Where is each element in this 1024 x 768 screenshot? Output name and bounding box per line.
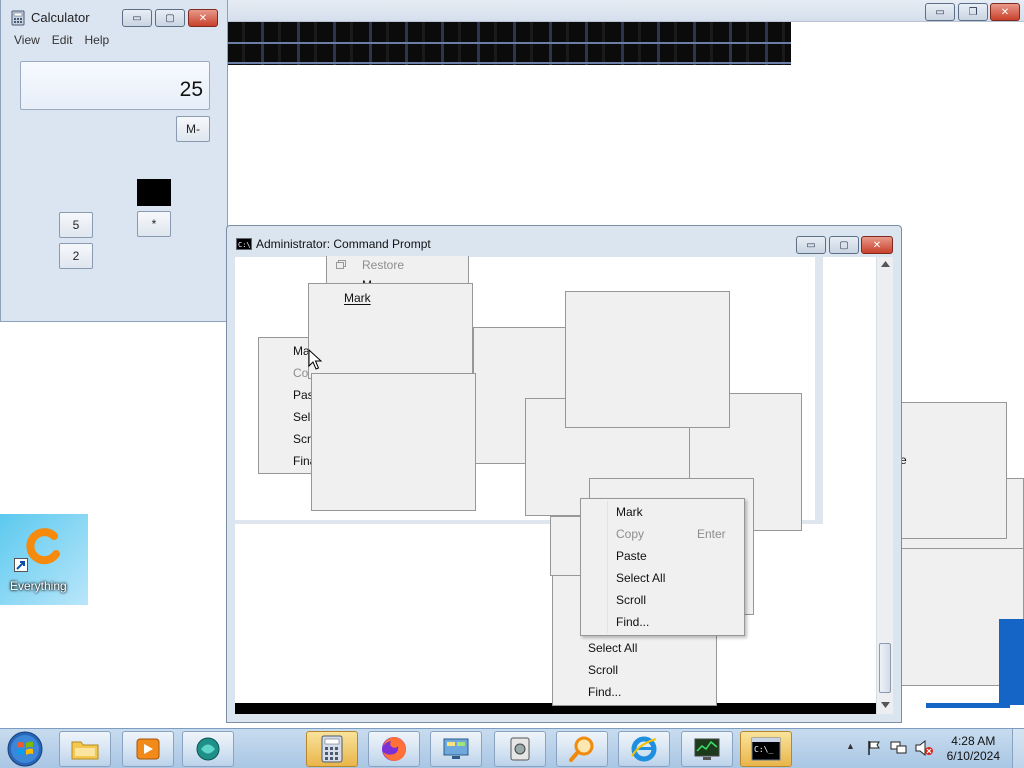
teal-app-icon — [196, 737, 220, 761]
calculator-close-button[interactable]: ✕ — [188, 9, 218, 27]
taskbar-media-player[interactable] — [122, 731, 174, 767]
edit-menu-item[interactable]: Sel — [293, 410, 310, 424]
lower-menu-scroll[interactable]: Scroll — [588, 663, 618, 677]
calculator-app-icon — [11, 10, 25, 29]
start-button[interactable] — [4, 730, 46, 768]
show-desktop-button[interactable] — [1012, 729, 1024, 768]
ghost-panel — [311, 373, 476, 511]
ghost-panel — [565, 291, 730, 428]
multiply-button[interactable]: * — [137, 211, 171, 237]
calculator-window: Calculator ▭ ▢ ✕ View Edit Help 25 M- * … — [0, 0, 228, 322]
cmd-minimize-button[interactable]: ▭ — [796, 236, 826, 254]
edit-context-menu: Mark Copy Enter Paste Select All Scroll … — [580, 498, 745, 636]
clock-time: 4:28 AM — [951, 734, 996, 748]
context-menu-mark[interactable]: Mark — [616, 505, 643, 519]
desktop-icon-label: Everything — [10, 579, 67, 593]
context-menu-copy[interactable]: Copy — [616, 527, 644, 541]
shortcut-arrow-icon — [14, 558, 28, 572]
control-panel-icon — [443, 738, 469, 759]
mark-menu-item[interactable]: Mark — [344, 291, 371, 305]
svg-text:C:\: C:\ — [238, 241, 251, 249]
inner-frame-divider — [815, 257, 823, 524]
ghost-panel — [550, 516, 584, 576]
cmd-vertical-scrollbar[interactable] — [876, 257, 893, 714]
taskbar-command-prompt[interactable]: C:\_ — [740, 731, 792, 767]
calculator-display: 25 — [20, 61, 210, 110]
taskbar-everything-search[interactable] — [556, 731, 608, 767]
clock-date: 6/10/2024 — [946, 749, 1000, 763]
background-window-titlebar: ▭ ❐ ✕ — [228, 0, 1024, 22]
restore-icon — [336, 260, 346, 269]
context-menu-scroll[interactable]: Scroll — [616, 593, 646, 607]
tray-expand-icon[interactable]: ▲ — [846, 741, 855, 751]
calculator-minimize-button[interactable]: ▭ — [122, 9, 152, 27]
scroll-down-icon[interactable] — [881, 702, 890, 708]
calculator-restore-button[interactable]: ▢ — [155, 9, 185, 27]
taskbar-control-panel[interactable] — [430, 731, 482, 767]
firefox-icon — [382, 737, 406, 761]
calculator-title: Calculator — [31, 10, 90, 25]
volume-muted-icon[interactable] — [914, 739, 934, 757]
menu-edit[interactable]: Edit — [47, 30, 80, 50]
taskbar-disk-app[interactable] — [494, 731, 546, 767]
bg-close-button[interactable]: ✕ — [990, 3, 1020, 21]
network-icon[interactable] — [890, 740, 908, 756]
lower-menu-select-all[interactable]: Select All — [588, 641, 637, 655]
menu-view[interactable]: View — [1, 30, 47, 50]
digit-2-button[interactable]: 2 — [59, 243, 93, 269]
context-menu-copy-shortcut: Enter — [697, 527, 726, 541]
svg-text:C:\_: C:\_ — [754, 745, 773, 754]
background-window-content — [228, 22, 791, 65]
taskbar-teal-app[interactable] — [182, 731, 234, 767]
blue-window-fragment — [999, 619, 1024, 705]
scroll-thumb[interactable] — [879, 643, 891, 693]
monitor-app-icon — [694, 738, 720, 760]
taskbar-firefox[interactable] — [368, 731, 420, 767]
disk-app-icon — [510, 737, 530, 761]
edit-menu-item[interactable]: Co — [293, 366, 308, 380]
action-center-flag-icon[interactable] — [866, 740, 882, 756]
menu-help[interactable]: Help — [79, 30, 116, 50]
bg-minimize-button[interactable]: ▭ — [925, 3, 955, 21]
obscured-button — [137, 179, 171, 206]
desktop-icon-everything[interactable]: Everything — [0, 514, 88, 605]
everything-icon — [26, 528, 60, 565]
blue-window-fragment — [926, 703, 1010, 708]
command-prompt-icon: C:\_ — [751, 737, 781, 761]
menu-gutter — [607, 501, 608, 633]
internet-explorer-icon — [631, 736, 657, 762]
taskbar-internet-explorer[interactable] — [618, 731, 670, 767]
taskbar-clock[interactable]: 4:28 AM 6/10/2024 — [947, 734, 1000, 764]
cmd-app-icon: C:\ — [236, 238, 252, 253]
taskbar: C:\_ ▲ 4:28 AM 6/10/2024 — [0, 728, 1024, 768]
magnifier-icon — [569, 736, 594, 762]
scroll-up-icon[interactable] — [881, 261, 890, 267]
folder-icon — [71, 741, 99, 760]
media-player-icon — [136, 738, 160, 760]
context-menu-paste[interactable]: Paste — [616, 549, 647, 563]
cmd-restore-button[interactable]: ▢ — [829, 236, 859, 254]
calculator-menubar: View Edit Help — [1, 30, 227, 50]
mark-menu-fragment: Mark — [308, 283, 473, 379]
system-menu-fragment: Restore M — [326, 256, 469, 286]
cmd-close-button[interactable]: ✕ — [861, 236, 893, 254]
bg-restore-button[interactable]: ❐ — [958, 3, 988, 21]
taskbar-calculator[interactable] — [306, 731, 358, 767]
memory-subtract-button[interactable]: M- — [176, 116, 210, 142]
cmd-title: Administrator: Command Prompt — [256, 237, 431, 251]
mouse-cursor-icon — [308, 349, 322, 370]
taskbar-file-explorer[interactable] — [59, 731, 111, 767]
context-menu-find[interactable]: Find... — [616, 615, 649, 629]
windows-start-icon — [7, 731, 43, 767]
system-menu-restore[interactable]: Restore — [362, 258, 404, 272]
lower-menu-find[interactable]: Find... — [588, 685, 621, 699]
context-menu-select-all[interactable]: Select All — [616, 571, 665, 585]
digit-5-button[interactable]: 5 — [59, 212, 93, 238]
taskbar-task-monitor[interactable] — [681, 731, 733, 767]
calculator-icon — [321, 735, 343, 763]
